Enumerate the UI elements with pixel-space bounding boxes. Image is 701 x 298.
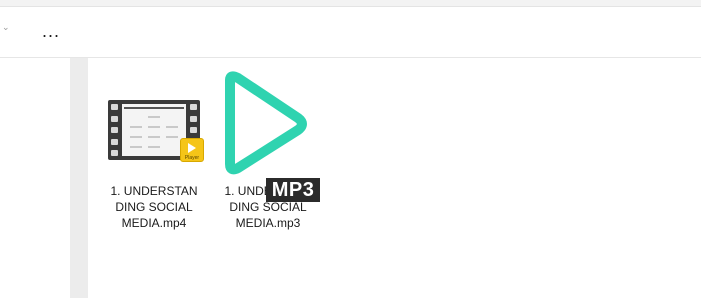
pane-splitter[interactable]: [70, 58, 88, 298]
title-strip: [0, 0, 701, 7]
player-badge-icon: Player: [180, 138, 204, 162]
file-item-mp3[interactable]: MP3 1. UNDERSTANDING SOCIAL MEDIA.mp3: [220, 71, 320, 231]
navigation-pane: [0, 58, 70, 298]
chevron-down-icon[interactable]: ⌄: [2, 22, 10, 32]
file-list-area: Player 1. UNDERSTANDING SOCIAL MEDIA.mp4…: [88, 58, 701, 298]
video-frame-preview: [122, 104, 186, 156]
command-bar: ⌄ ...: [0, 7, 701, 58]
video-thumbnail-icon: Player: [106, 98, 204, 178]
file-item-mp4[interactable]: Player 1. UNDERSTANDING SOCIAL MEDIA.mp4: [106, 98, 204, 231]
file-explorer-window: ⌄ ... Player 1. UNDERSTANDING SOCIAL MED…: [0, 0, 701, 298]
mp3-file-icon: MP3: [220, 71, 320, 202]
see-more-button[interactable]: ...: [36, 17, 66, 45]
mp3-tag: MP3: [266, 178, 320, 202]
mp3-play-icon: [225, 71, 307, 175]
file-name-label: 1. UNDERSTANDING SOCIAL MEDIA.mp4: [110, 184, 198, 230]
